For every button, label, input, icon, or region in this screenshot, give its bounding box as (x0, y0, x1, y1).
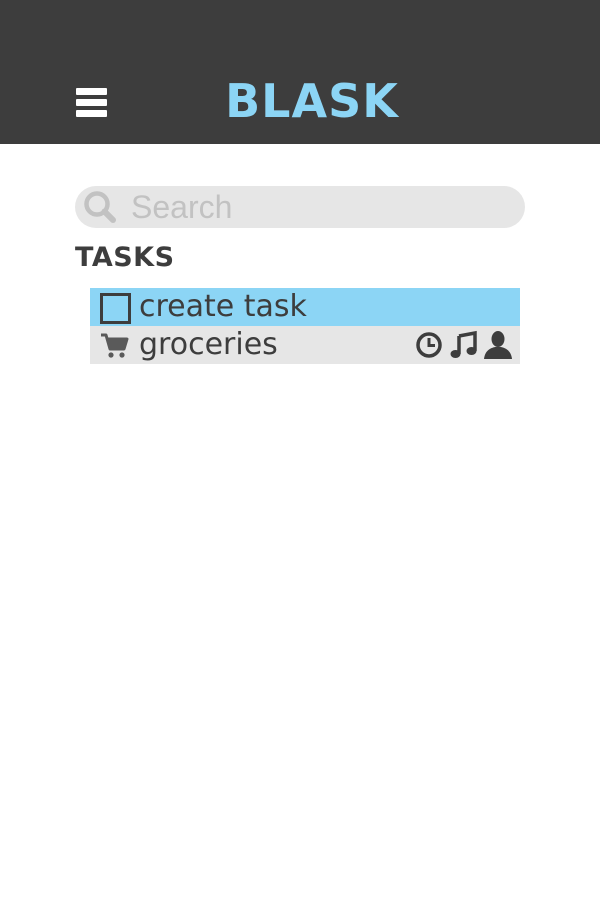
task-label: groceries (139, 327, 278, 362)
person-icon[interactable] (483, 330, 513, 360)
search-input[interactable] (131, 188, 511, 226)
clock-icon[interactable] (414, 330, 444, 360)
shopping-cart-icon (101, 333, 129, 358)
task-row-groceries[interactable]: groceries (90, 326, 520, 364)
app-title: BLASK (225, 74, 399, 128)
task-meta-icons (414, 330, 514, 360)
app-header: BLASK (0, 0, 600, 144)
checkbox-icon[interactable] (100, 293, 131, 324)
task-row-create-task[interactable]: create task (90, 288, 520, 326)
task-list: create task groceries (90, 288, 520, 364)
search-icon (84, 191, 116, 223)
task-label: create task (139, 289, 307, 324)
music-note-icon[interactable] (449, 330, 479, 360)
tasks-section-title: TASKS (75, 242, 175, 273)
search-bar[interactable] (75, 186, 525, 228)
